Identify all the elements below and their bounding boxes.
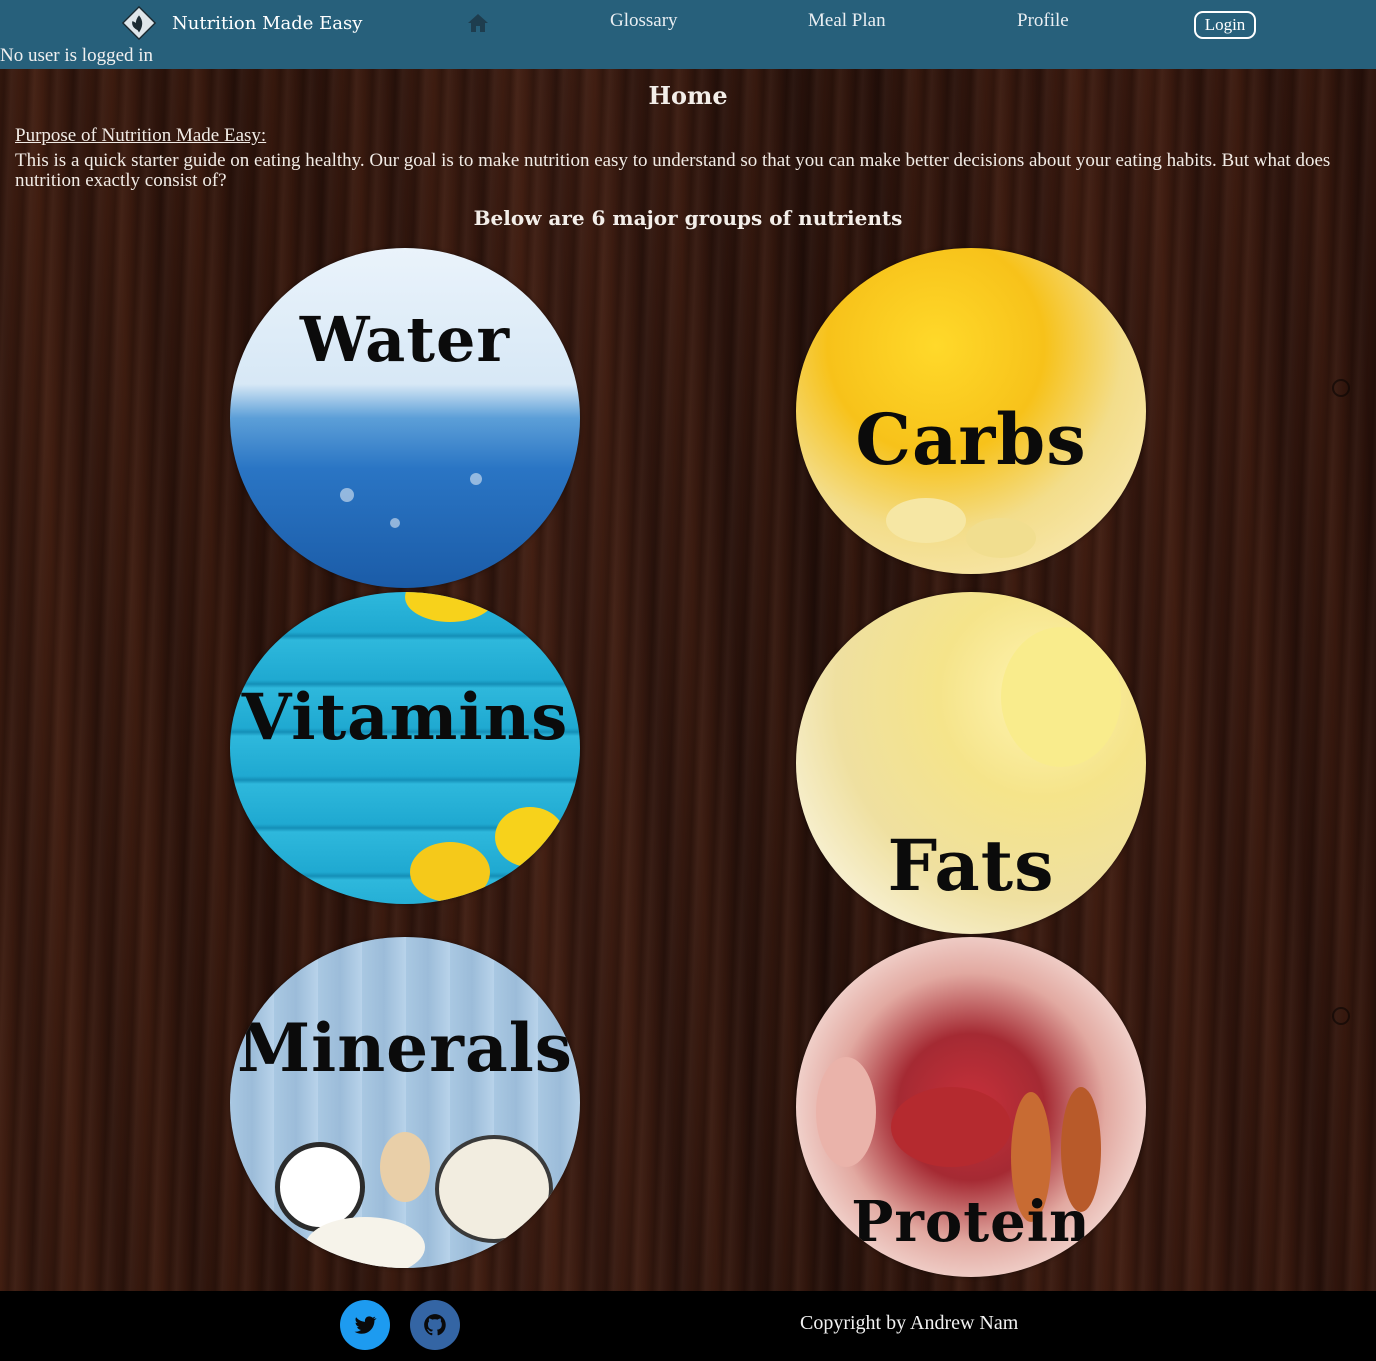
lemon bbox=[405, 592, 495, 622]
nutrient-card-fats[interactable]: Fats bbox=[796, 592, 1146, 934]
water-bubble bbox=[390, 518, 400, 528]
nutrient-label: Minerals bbox=[237, 1009, 573, 1087]
steak bbox=[891, 1087, 1011, 1167]
twitter-icon bbox=[354, 1316, 377, 1334]
lemon bbox=[410, 842, 490, 902]
nav-link-meal-plan[interactable]: Meal Plan bbox=[808, 10, 886, 32]
water-bubble bbox=[340, 488, 354, 502]
nutrient-label: Vitamins bbox=[241, 680, 569, 755]
background-knot-icon bbox=[1332, 1007, 1350, 1025]
butter-curl bbox=[1001, 627, 1121, 767]
nutrient-card-water[interactable]: Water bbox=[230, 248, 580, 588]
nutrient-label: Fats bbox=[887, 824, 1055, 907]
navbar: Nutrition Made Easy Glossary Meal Plan P… bbox=[0, 0, 1376, 69]
copyright: Copyright by Andrew Nam bbox=[800, 1312, 1019, 1334]
nutrient-card-protein[interactable]: Protein bbox=[796, 937, 1146, 1277]
nutrient-label: Carbs bbox=[855, 398, 1087, 481]
nutrient-label: Water bbox=[299, 303, 511, 376]
cottage-cheese-bowl bbox=[435, 1135, 553, 1243]
nutrient-card-carbs[interactable]: Carbs bbox=[796, 248, 1146, 574]
groups-heading: Below are 6 major groups of nutrients bbox=[473, 206, 903, 230]
nutrient-card-minerals[interactable]: Minerals bbox=[230, 937, 580, 1268]
nutrient-card-vitamins[interactable]: Vitamins bbox=[230, 592, 580, 904]
nutrient-label: Protein bbox=[851, 1189, 1091, 1255]
home-icon[interactable] bbox=[466, 11, 490, 35]
brand[interactable]: Nutrition Made Easy bbox=[120, 2, 362, 44]
purpose-heading: Purpose of Nutrition Made Easy: bbox=[15, 125, 267, 146]
brand-name: Nutrition Made Easy bbox=[172, 12, 363, 34]
purpose-text: This is a quick starter guide on eating … bbox=[15, 150, 1331, 191]
nav-link-glossary[interactable]: Glossary bbox=[610, 10, 678, 32]
banana-slice bbox=[886, 498, 966, 543]
water-bubble bbox=[470, 473, 482, 485]
background-knot-icon bbox=[1332, 379, 1350, 397]
lemon bbox=[495, 807, 565, 867]
nav-link-profile[interactable]: Profile bbox=[1017, 10, 1069, 32]
banana-slice bbox=[966, 518, 1036, 558]
user-status: No user is logged in bbox=[0, 45, 154, 66]
leaf-logo-icon bbox=[121, 5, 157, 41]
login-button[interactable]: Login bbox=[1194, 11, 1256, 39]
footer: Copyright by Andrew Nam bbox=[0, 1291, 1376, 1361]
github-link[interactable] bbox=[410, 1300, 460, 1350]
wooden-spoon bbox=[380, 1132, 430, 1202]
cheese-bowl bbox=[305, 1217, 425, 1268]
chicken-drumstick bbox=[816, 1057, 876, 1167]
github-icon bbox=[424, 1314, 446, 1336]
page-title: Home bbox=[648, 81, 728, 110]
twitter-link[interactable] bbox=[340, 1300, 390, 1350]
